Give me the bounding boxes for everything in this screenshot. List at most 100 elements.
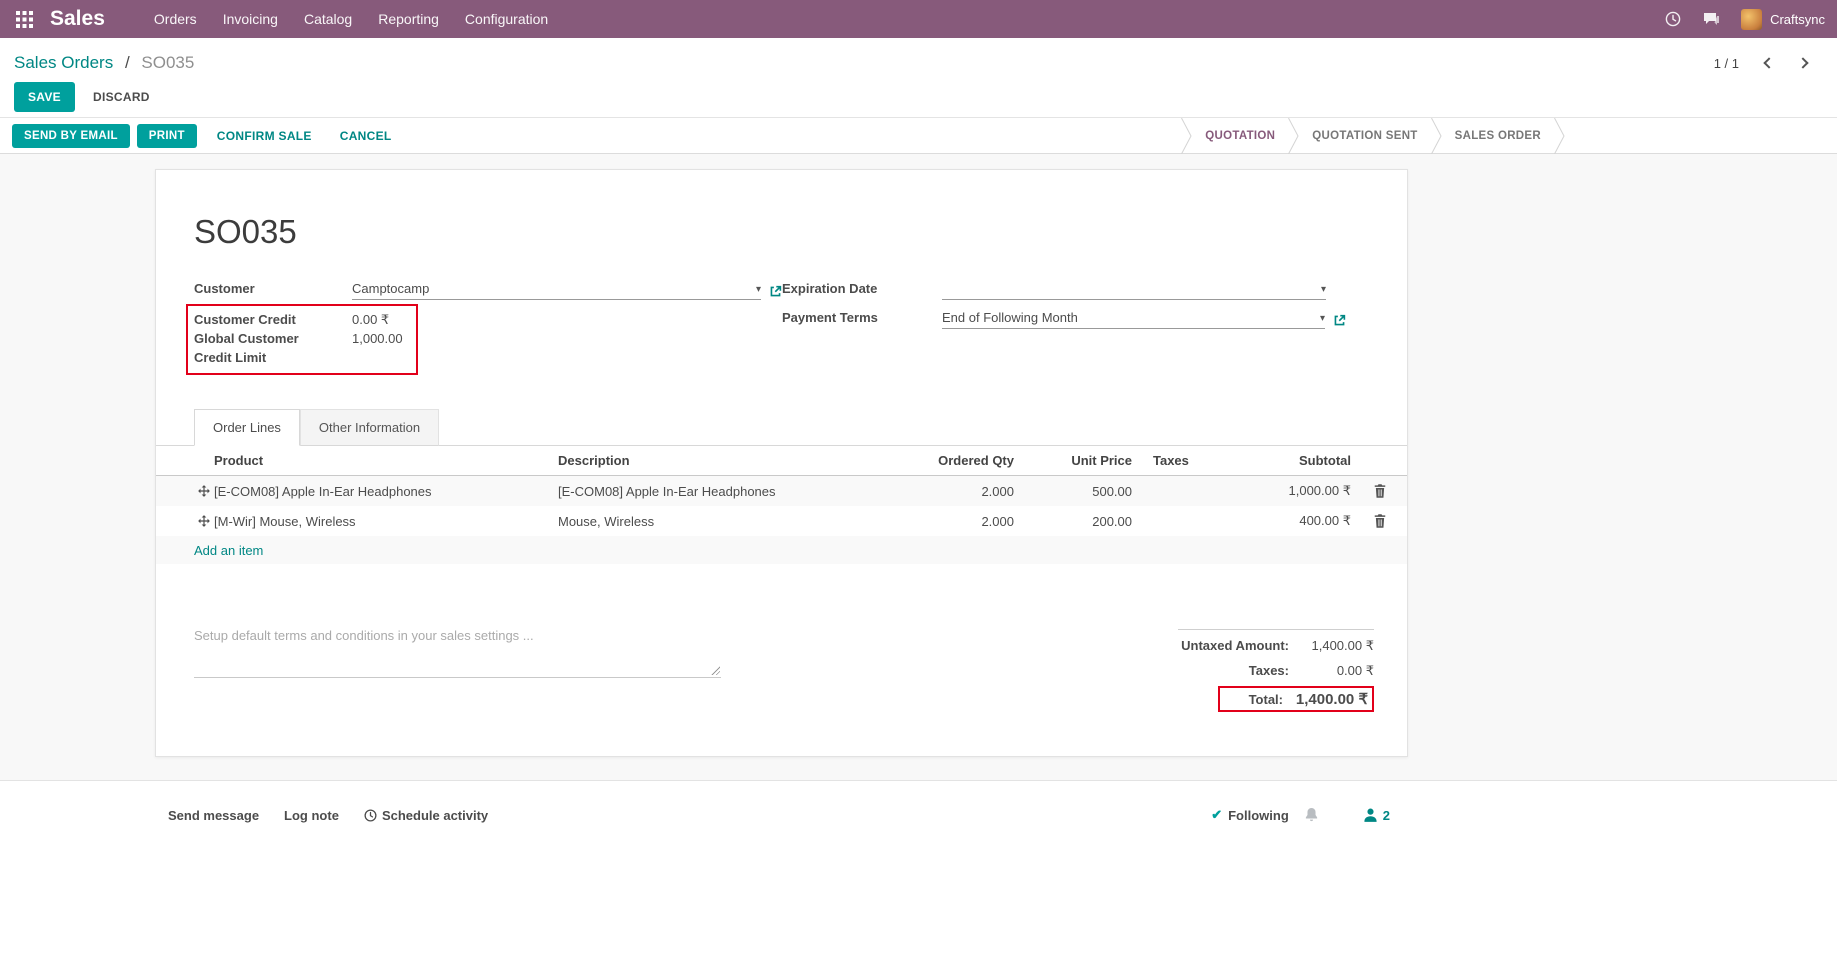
table-header-row: Product Description Ordered Qty Unit Pri… — [156, 446, 1407, 476]
cell-product[interactable]: [M-Wir] Mouse, Wireless — [214, 514, 558, 529]
textarea-resize-handle-icon[interactable] — [710, 665, 720, 675]
tab-other-information[interactable]: Other Information — [300, 409, 439, 446]
payment-terms-external-link-icon[interactable] — [1333, 314, 1346, 329]
notebook-tabs: Order Lines Other Information — [156, 409, 1407, 446]
check-icon: ✔ — [1211, 807, 1222, 823]
column-product: Product — [214, 453, 558, 468]
send-by-email-button[interactable]: SEND BY EMAIL — [12, 124, 130, 148]
control-panel: Sales Orders / SO035 1 / 1 SAVE DISCARD — [0, 38, 1837, 117]
record-pager: 1 / 1 — [1714, 56, 1807, 71]
cell-description[interactable]: Mouse, Wireless — [558, 514, 938, 529]
status-step-sales-order[interactable]: SALES ORDER — [1442, 118, 1554, 154]
customer-label: Customer — [194, 281, 352, 300]
activities-clock-icon[interactable] — [1654, 0, 1692, 38]
pager-previous-icon[interactable] — [1763, 57, 1774, 68]
apps-grid-icon[interactable] — [10, 5, 38, 33]
breadcrumb-sales-orders[interactable]: Sales Orders — [14, 53, 113, 72]
chevron-down-icon[interactable]: ▾ — [1321, 283, 1326, 296]
delete-row-icon[interactable] — [1351, 514, 1409, 528]
form-view-area: SO035 Customer Camptocamp ▾ Customer Cre… — [0, 154, 1837, 961]
cell-unit-price[interactable]: 200.00 — [1014, 514, 1132, 529]
clock-icon — [364, 809, 377, 822]
cell-unit-price[interactable]: 500.00 — [1014, 484, 1132, 499]
credit-limit-label: Global Customer Credit Limit — [194, 329, 352, 367]
expiration-date-label: Expiration Date — [782, 281, 942, 300]
expiration-date-input[interactable]: ▾ — [942, 281, 1326, 300]
terms-placeholder: Setup default terms and conditions in yo… — [194, 628, 534, 643]
totals-block: Untaxed Amount: 1,400.00 ₹ Taxes: 0.00 ₹… — [1178, 622, 1374, 712]
messages-icon[interactable] — [1692, 0, 1731, 38]
status-steps: QUOTATION QUOTATION SENT SALES ORDER — [1181, 118, 1565, 154]
status-step-quotation[interactable]: QUOTATION — [1192, 118, 1288, 154]
customer-external-link-icon[interactable] — [769, 285, 782, 300]
table-row[interactable]: [E-COM08] Apple In-Ear Headphones [E-COM… — [156, 476, 1407, 506]
person-icon — [1363, 808, 1378, 822]
nav-item-reporting[interactable]: Reporting — [365, 0, 452, 38]
nav-item-catalog[interactable]: Catalog — [291, 0, 365, 38]
app-name[interactable]: Sales — [50, 7, 105, 31]
save-button[interactable]: SAVE — [14, 82, 75, 112]
column-description: Description — [558, 453, 938, 468]
delete-row-icon[interactable] — [1351, 484, 1409, 498]
payment-terms-input[interactable]: End of Following Month ▾ — [942, 310, 1325, 329]
chevron-down-icon[interactable]: ▾ — [1320, 312, 1325, 325]
step-separator-icon — [1554, 118, 1565, 154]
add-an-item-link[interactable]: Add an item — [194, 543, 263, 558]
bell-icon[interactable] — [1304, 807, 1319, 823]
table-row[interactable]: [M-Wir] Mouse, Wireless Mouse, Wireless … — [156, 506, 1407, 536]
nav-item-invoicing[interactable]: Invoicing — [210, 0, 291, 38]
cell-subtotal: 400.00 ₹ — [1232, 513, 1351, 529]
following-button[interactable]: ✔ Following — [1211, 807, 1289, 823]
discard-button[interactable]: DISCARD — [87, 82, 156, 112]
order-sheet: SO035 Customer Camptocamp ▾ Customer Cre… — [155, 169, 1408, 757]
confirm-sale-button[interactable]: CONFIRM SALE — [209, 123, 320, 149]
print-button[interactable]: PRINT — [137, 124, 197, 148]
customer-credit-label: Customer Credit — [194, 310, 352, 329]
nav-item-configuration[interactable]: Configuration — [452, 0, 561, 38]
cell-description[interactable]: [E-COM08] Apple In-Ear Headphones — [558, 484, 938, 499]
column-taxes: Taxes — [1132, 453, 1232, 468]
status-step-quotation-sent[interactable]: QUOTATION SENT — [1299, 118, 1430, 154]
step-separator-icon — [1288, 118, 1299, 154]
drag-handle-icon[interactable] — [156, 514, 214, 528]
main-menu: Orders Invoicing Catalog Reporting Confi… — [141, 0, 561, 38]
tab-order-lines[interactable]: Order Lines — [194, 409, 300, 446]
column-ordered-qty: Ordered Qty — [938, 453, 1014, 468]
taxes-value: 0.00 ₹ — [1289, 663, 1374, 679]
column-subtotal: Subtotal — [1232, 453, 1351, 468]
breadcrumb: Sales Orders / SO035 — [14, 53, 194, 73]
cell-qty[interactable]: 2.000 — [938, 484, 1014, 499]
cell-qty[interactable]: 2.000 — [938, 514, 1014, 529]
user-name[interactable]: Craftsync — [1770, 12, 1825, 27]
step-separator-icon — [1431, 118, 1442, 154]
credit-annotation-box: Customer Credit 0.00 ₹ Global Customer C… — [186, 304, 418, 375]
payment-terms-label: Payment Terms — [782, 310, 942, 329]
payment-terms-value: End of Following Month — [942, 310, 1314, 325]
customer-input[interactable]: Camptocamp ▾ — [352, 281, 761, 300]
column-unit-price: Unit Price — [1014, 453, 1132, 468]
schedule-activity-button[interactable]: Schedule activity — [364, 808, 488, 823]
terms-and-conditions-input[interactable]: Setup default terms and conditions in yo… — [194, 622, 721, 678]
credit-limit-value: 1,000.00 — [352, 329, 403, 367]
breadcrumb-separator: / — [125, 53, 130, 72]
followers-count: 2 — [1383, 808, 1390, 823]
pager-next-icon[interactable] — [1797, 57, 1808, 68]
nav-item-orders[interactable]: Orders — [141, 0, 210, 38]
chevron-down-icon[interactable]: ▾ — [756, 283, 761, 296]
user-avatar[interactable] — [1741, 9, 1762, 30]
total-label: Total: — [1249, 692, 1283, 707]
total-value: 1,400.00 ₹ — [1283, 690, 1368, 708]
followers-button[interactable]: 2 — [1363, 808, 1390, 823]
pager-count: 1 / 1 — [1714, 56, 1739, 71]
cell-product[interactable]: [E-COM08] Apple In-Ear Headphones — [214, 484, 558, 499]
cancel-button[interactable]: CANCEL — [332, 123, 400, 149]
taxes-label: Taxes: — [1249, 663, 1289, 678]
top-navbar: Sales Orders Invoicing Catalog Reporting… — [0, 0, 1837, 38]
drag-handle-icon[interactable] — [156, 484, 214, 498]
order-lines-table: Product Description Ordered Qty Unit Pri… — [156, 446, 1407, 564]
order-title: SO035 — [194, 212, 1407, 252]
log-note-button[interactable]: Log note — [284, 808, 339, 823]
send-message-button[interactable]: Send message — [168, 808, 259, 823]
customer-value: Camptocamp — [352, 281, 750, 296]
statusbar: SEND BY EMAIL PRINT CONFIRM SALE CANCEL … — [0, 117, 1837, 154]
